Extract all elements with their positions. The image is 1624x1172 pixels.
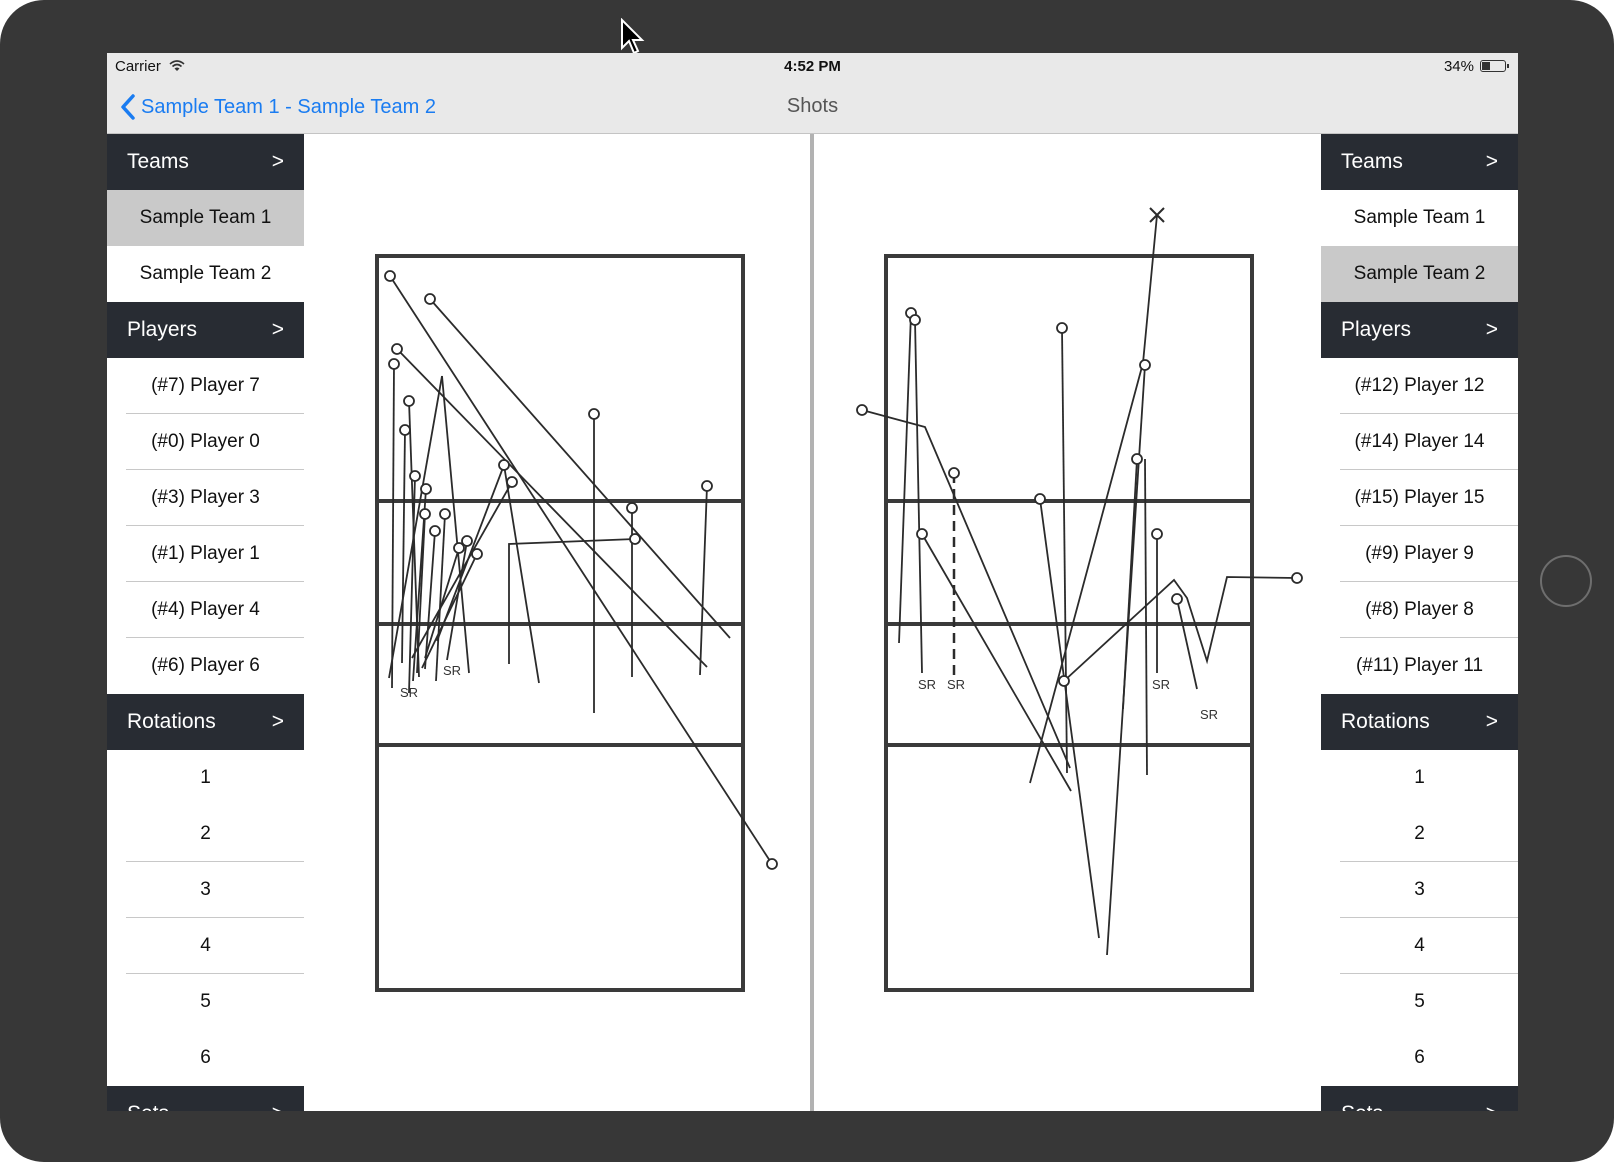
shot-start-marker <box>1139 359 1151 371</box>
shot-line <box>921 533 1072 792</box>
shot-start-marker <box>948 467 960 479</box>
shot-line <box>446 540 468 661</box>
shot-start-marker <box>856 404 868 416</box>
shot-start-marker <box>916 528 928 540</box>
shot-line <box>389 275 773 865</box>
shot-line <box>421 553 478 669</box>
shot-line <box>441 375 470 674</box>
home-button[interactable] <box>1540 555 1592 607</box>
tablet-bezel: Carrier 4:52 PM 34% Sample Team 1 - Samp… <box>0 0 1614 1162</box>
shot-line <box>1061 327 1068 774</box>
serve-receive-label: SR <box>947 677 965 692</box>
shot-start-marker <box>909 314 921 326</box>
shot-line <box>699 485 708 676</box>
shot-line <box>436 464 505 642</box>
shot-start-marker <box>1034 493 1046 505</box>
shot-line <box>898 312 912 644</box>
shot-start-marker <box>403 395 415 407</box>
shot-start-marker <box>1131 453 1143 465</box>
shot-line <box>429 298 731 639</box>
shot-start-marker <box>419 508 431 520</box>
app-screen: Carrier 4:52 PM 34% Sample Team 1 - Samp… <box>107 53 1518 1111</box>
left-court: SR SR <box>375 254 778 992</box>
shot-start-marker <box>471 548 483 560</box>
shot-line <box>391 363 395 689</box>
shot-start-marker <box>1058 675 1070 687</box>
shot-start-marker <box>1171 593 1183 605</box>
shot-start-marker <box>629 533 641 545</box>
shot-line <box>1176 598 1198 690</box>
shot-start-marker <box>1291 572 1303 584</box>
right-court: SR SR SR SR <box>856 207 1303 992</box>
shot-start-marker <box>626 502 638 514</box>
shot-line <box>1063 576 1298 682</box>
serve-receive-label: SR <box>1152 677 1170 692</box>
shot-start-marker <box>399 424 411 436</box>
serve-receive-label: SR <box>918 677 936 692</box>
shot-start-marker <box>461 535 473 547</box>
shot-start-marker <box>506 476 518 488</box>
shot-start-marker <box>1056 322 1068 334</box>
shot-start-marker <box>424 293 436 305</box>
shot-line <box>424 530 436 670</box>
serve-receive-label: SR <box>443 663 461 678</box>
shot-chart: SR SR SR SR SR SR <box>375 207 1303 992</box>
shot-line <box>1122 458 1138 710</box>
cursor-arrow-icon <box>621 18 645 55</box>
shot-start-marker <box>388 358 400 370</box>
shot-line <box>401 429 406 664</box>
serve-receive-label: SR <box>400 685 418 700</box>
left-shot-lines <box>388 275 773 865</box>
shot-start-marker <box>701 480 713 492</box>
shot-start-marker <box>588 408 600 420</box>
shot-start-marker <box>391 343 403 355</box>
shot-line <box>411 481 513 659</box>
shot-line <box>914 319 923 674</box>
shot-line <box>861 409 1071 769</box>
right-shot-markers <box>856 307 1303 687</box>
shot-start-marker <box>409 470 421 482</box>
shot-start-marker <box>1151 528 1163 540</box>
shot-start-marker <box>429 525 441 537</box>
shot-start-marker <box>420 483 432 495</box>
right-shot-lines <box>861 214 1298 956</box>
serve-receive-label: SR <box>1200 707 1218 722</box>
shot-end-marker <box>766 858 778 870</box>
shot-start-marker <box>498 459 510 471</box>
shot-start-marker <box>384 270 396 282</box>
shot-start-marker <box>439 508 451 520</box>
shot-line <box>1144 458 1148 776</box>
